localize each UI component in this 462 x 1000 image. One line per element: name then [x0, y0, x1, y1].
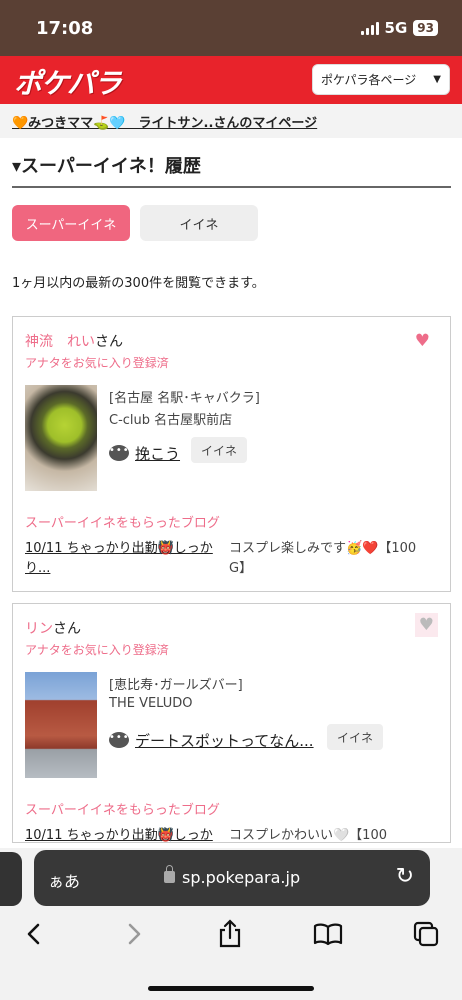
reader-options-button[interactable]: ぁあ	[48, 868, 80, 892]
status-time: 17:08	[36, 18, 94, 39]
status-bar: 17:08 5G 93	[0, 0, 462, 56]
favorite-status: アナタをお気に入り登録済	[25, 356, 169, 370]
history-card: リンさん アナタをお気に入り登録済 ♥ [恵比寿･ガールズバー] THE VEL…	[12, 603, 451, 843]
network-label: 5G	[384, 19, 408, 37]
battery-icon: 93	[413, 20, 438, 36]
message-link[interactable]: 挽こう	[135, 443, 180, 464]
home-indicator	[148, 986, 314, 991]
address-bar[interactable]: ぁあ sp.pokepara.jp ↻	[34, 850, 430, 906]
blog-comment: コスプレ楽しみです🥳❤️【100 G】	[229, 539, 439, 579]
history-card: 神流 れいさん アナタをお気に入り登録済 ♥ [名古屋 名駅･キャバクラ] C-…	[12, 316, 451, 592]
blog-label: スーパーイイネをもらったブログ	[25, 803, 220, 818]
page-title: ▾スーパーイイネ！履歴	[12, 152, 451, 188]
message-link[interactable]: デートスポットってなん...	[135, 730, 314, 751]
mypage-link[interactable]: 🧡みつきママ⛳️🩵 ライトサン..さんのマイページ	[12, 116, 317, 131]
tab-super-iine[interactable]: スーパーイイネ	[12, 205, 130, 241]
shop-category: [名古屋 名駅･キャバクラ]	[109, 391, 260, 406]
browser-bottom-bar: ぁあ sp.pokepara.jp ↻	[0, 848, 462, 1000]
comment-line2: G】	[229, 561, 253, 576]
bookmarks-icon[interactable]	[308, 914, 348, 954]
comment-line1: コスプレかわいい🤍【100	[229, 828, 387, 843]
mypage-link-bar[interactable]: 🧡みつきママ⛳️🩵 ライトサン..さんのマイページ	[0, 104, 462, 138]
heart-icon[interactable]: ♥	[414, 613, 438, 637]
chat-bubble-icon: •••	[109, 732, 129, 748]
history-notice: 1ヶ月以内の最新の300件を閲覧できます。	[12, 276, 265, 291]
site-menu-label: ポケパラ各ページ	[321, 73, 417, 87]
honorific: さん	[53, 621, 81, 637]
tabs-icon[interactable]	[406, 914, 446, 954]
chevron-down-icon: ▼	[433, 74, 441, 85]
site-menu-select[interactable]: ポケパラ各ページ ▼	[312, 64, 450, 95]
blog-link[interactable]: 10/11 ちゃっかり出勤👹しっか	[25, 826, 229, 842]
iine-button[interactable]: イイネ	[191, 437, 248, 463]
status-indicators: 5G 93	[360, 19, 438, 37]
share-icon[interactable]	[210, 914, 250, 954]
girl-name[interactable]: 神流 れいさん	[25, 331, 123, 351]
girl-photo[interactable]	[25, 672, 97, 778]
forward-icon[interactable]	[114, 914, 154, 954]
pokepara-logo[interactable]: ポケパラ	[14, 62, 122, 102]
girl-photo[interactable]	[25, 385, 97, 491]
comment-line1: コスプレ楽しみです🥳❤️【100	[229, 541, 417, 556]
favorite-status: アナタをお気に入り登録済	[25, 643, 169, 657]
honorific: さん	[95, 334, 123, 350]
chat-bubble-icon: •••	[109, 445, 129, 461]
reload-icon[interactable]: ↻	[396, 864, 414, 889]
history-tabs: スーパーイイネ イイネ	[12, 205, 258, 241]
blog-label: スーパーイイネをもらったブログ	[25, 516, 220, 531]
signal-icon	[360, 21, 379, 35]
shop-category: [恵比寿･ガールズバー]	[109, 678, 243, 693]
blog-link[interactable]: 10/11 ちゃっかり出勤👹しっか り...	[25, 539, 229, 579]
lock-icon	[164, 865, 175, 883]
blog-link-line2[interactable]: り...	[25, 561, 50, 576]
back-icon[interactable]	[14, 914, 54, 954]
girl-name[interactable]: リンさん	[25, 618, 81, 638]
shop-name[interactable]: C-club 名古屋駅前店	[109, 409, 232, 428]
girl-name-text[interactable]: 神流 れい	[25, 334, 95, 350]
url-text[interactable]: sp.pokepara.jp	[182, 868, 300, 887]
tab-iine[interactable]: イイネ	[140, 205, 258, 241]
blog-comment: コスプレかわいい🤍【100	[229, 826, 439, 843]
blog-link-line1[interactable]: 10/11 ちゃっかり出勤👹しっか	[25, 828, 213, 842]
shop-name[interactable]: THE VELUDO	[109, 696, 193, 711]
app-header: ポケパラ ポケパラ各ページ ▼	[0, 56, 462, 104]
heart-icon[interactable]: ♥	[415, 331, 430, 351]
previous-tab-preview[interactable]	[0, 852, 22, 906]
blog-link-line1[interactable]: 10/11 ちゃっかり出勤👹しっか	[25, 541, 213, 556]
girl-name-text[interactable]: リン	[25, 621, 53, 637]
iine-button[interactable]: イイネ	[327, 724, 384, 750]
